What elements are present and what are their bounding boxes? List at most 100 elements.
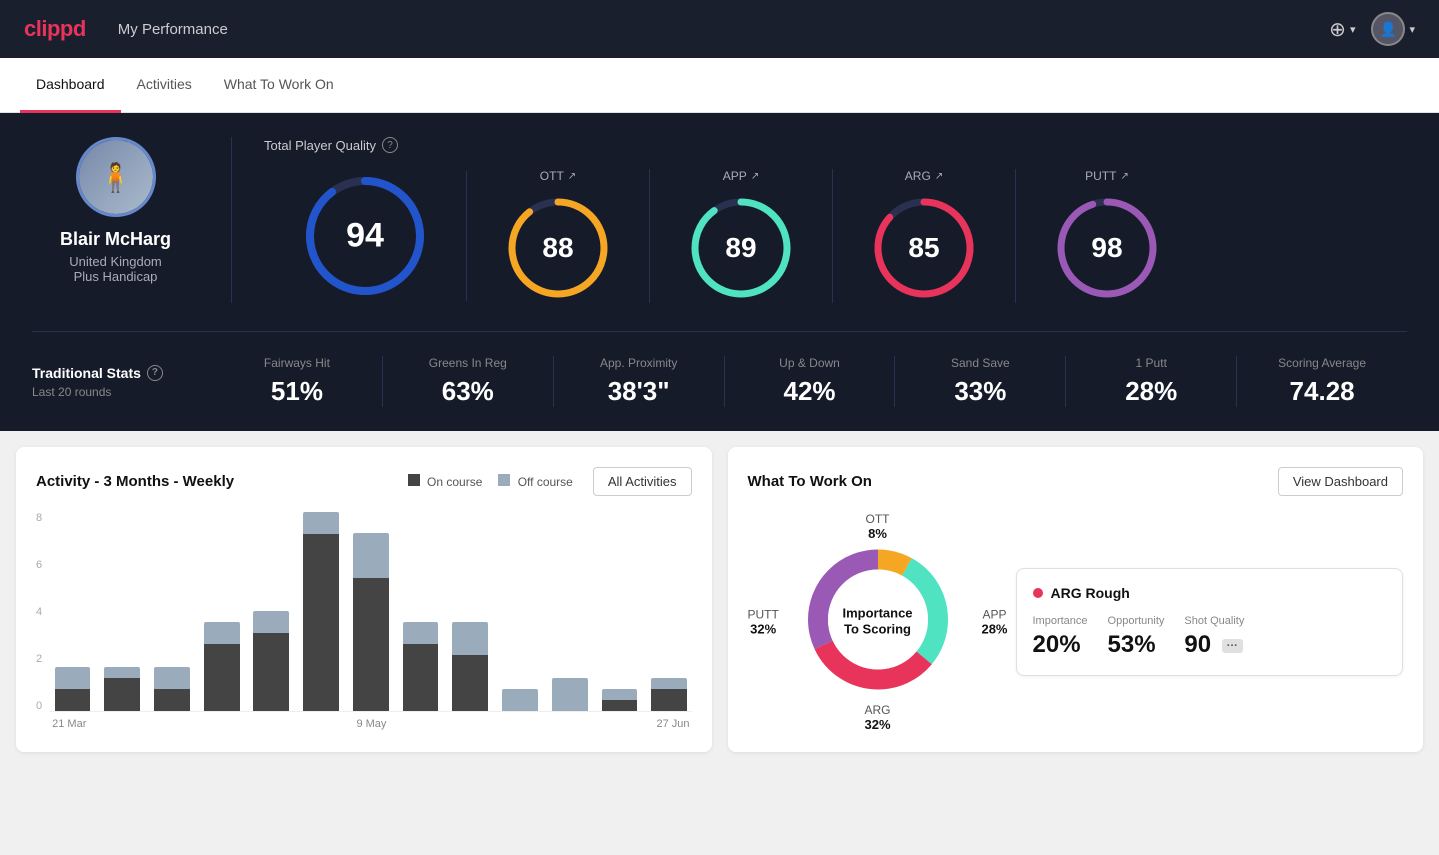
bar-on — [452, 655, 488, 711]
tpq-help-icon[interactable]: ? — [382, 137, 398, 153]
ott-value: 88 — [542, 232, 573, 264]
avatar-image: 🧍 — [79, 140, 153, 214]
ott-arrow-icon: ↗ — [568, 171, 576, 182]
stat-sandsave-label: Sand Save — [907, 356, 1053, 370]
bar-on — [55, 689, 91, 711]
bar-group — [647, 512, 692, 711]
metrics-row: 94 OTT ↗ 88 — [264, 169, 1407, 303]
player-country: United Kingdom — [69, 254, 162, 269]
putt-label-left: PUTT 32% — [748, 608, 779, 637]
arg-card: ARG ↗ 85 — [833, 169, 1016, 303]
tab-what-to-work-on[interactable]: What To Work On — [208, 58, 350, 113]
stat-greens-label: Greens In Reg — [395, 356, 541, 370]
bar-off — [403, 622, 439, 644]
header-title: My Performance — [118, 21, 228, 38]
trad-subtitle: Last 20 rounds — [32, 385, 212, 399]
bar-group — [50, 512, 95, 711]
bar-on — [651, 689, 687, 711]
putt-card: PUTT ↗ 98 — [1016, 169, 1198, 303]
logo-area: clippd My Performance — [24, 16, 228, 42]
stat-greens: Greens In Reg 63% — [383, 356, 554, 407]
bar-off — [353, 533, 389, 578]
stat-scoring-label: Scoring Average — [1249, 356, 1395, 370]
bar-off — [154, 667, 190, 689]
bar-off — [452, 622, 488, 655]
bar-on — [403, 644, 439, 711]
stat-sandsave-value: 33% — [907, 376, 1053, 407]
tab-activities[interactable]: Activities — [121, 58, 208, 113]
avatar-button[interactable]: 👤 ▾ — [1371, 12, 1415, 46]
legend-on-course: On course — [408, 474, 483, 489]
bar-on — [154, 689, 190, 711]
wtwon-title: What To Work On — [748, 473, 872, 490]
hero-section: 🧍 Blair McHarg United Kingdom Plus Handi… — [0, 113, 1439, 431]
stat-scoring-value: 74.28 — [1249, 376, 1395, 407]
bar-on — [353, 578, 389, 711]
main-score-value: 94 — [346, 217, 384, 256]
tab-bar: Dashboard Activities What To Work On — [0, 58, 1439, 113]
trad-label: Traditional Stats ? Last 20 rounds — [32, 365, 212, 399]
bottom-panels: Activity - 3 Months - Weekly On course O… — [0, 431, 1439, 768]
y-axis: 8 6 4 2 0 — [36, 512, 42, 712]
stat-1putt-label: 1 Putt — [1078, 356, 1224, 370]
app-value: 89 — [725, 232, 756, 264]
bar-on — [253, 633, 289, 711]
bar-group — [547, 512, 592, 711]
add-button[interactable]: ⊕ ▾ — [1329, 17, 1355, 42]
player-info: 🧍 Blair McHarg United Kingdom Plus Handi… — [32, 137, 232, 303]
activity-panel: Activity - 3 Months - Weekly On course O… — [16, 447, 712, 752]
ott-label: OTT ↗ — [540, 169, 576, 183]
player-avatar: 🧍 — [76, 137, 156, 217]
putt-circle: 98 — [1052, 193, 1162, 303]
bar-off — [55, 667, 91, 689]
app-card: APP ↗ 89 — [650, 169, 833, 303]
wtwon-header: What To Work On View Dashboard — [748, 467, 1404, 496]
activity-panel-header: Activity - 3 Months - Weekly On course O… — [36, 467, 692, 496]
bar-off — [253, 611, 289, 633]
bar-group — [299, 512, 344, 711]
app-arrow-icon: ↗ — [751, 171, 759, 182]
arg-arrow-icon: ↗ — [935, 171, 943, 182]
metrics-section: Total Player Quality ? 94 — [232, 137, 1407, 303]
activity-title: Activity - 3 Months - Weekly — [36, 473, 234, 490]
bar-off — [552, 678, 588, 711]
putt-arrow-icon: ↗ — [1120, 171, 1128, 182]
header: clippd My Performance ⊕ ▾ 👤 ▾ — [0, 0, 1439, 58]
view-dashboard-button[interactable]: View Dashboard — [1278, 467, 1403, 496]
ott-circle: 88 — [503, 193, 613, 303]
trad-stats-row: Fairways Hit 51% Greens In Reg 63% App. … — [212, 356, 1407, 407]
bar-group — [348, 512, 393, 711]
arg-value: 85 — [908, 232, 939, 264]
stat-updown-label: Up & Down — [737, 356, 883, 370]
chart-bars-container: 21 Mar 9 May 27 Jun — [50, 512, 691, 730]
app-circle: 89 — [686, 193, 796, 303]
bar-group — [100, 512, 145, 711]
bar-group — [249, 512, 294, 711]
all-activities-button[interactable]: All Activities — [593, 467, 692, 496]
stat-1putt-value: 28% — [1078, 376, 1224, 407]
stat-fairways-label: Fairways Hit — [224, 356, 370, 370]
app-label-right: APP 28% — [981, 608, 1007, 637]
shot-quality-tag: ··· — [1222, 639, 1243, 653]
traditional-stats: Traditional Stats ? Last 20 rounds Fairw… — [32, 331, 1407, 407]
stat-proximity-value: 38'3" — [566, 376, 712, 407]
bar-off — [502, 689, 538, 711]
arg-label-bottom: ARG 32% — [864, 703, 890, 732]
bar-group — [448, 512, 493, 711]
tab-dashboard[interactable]: Dashboard — [20, 58, 121, 113]
stat-scoring: Scoring Average 74.28 — [1237, 356, 1407, 407]
trad-help-icon[interactable]: ? — [147, 365, 163, 381]
x-labels: 21 Mar 9 May 27 Jun — [50, 718, 691, 730]
info-importance: Importance 20% — [1033, 615, 1088, 659]
stat-proximity-label: App. Proximity — [566, 356, 712, 370]
stat-fairways-value: 51% — [224, 376, 370, 407]
hero-top: 🧍 Blair McHarg United Kingdom Plus Handi… — [32, 137, 1407, 303]
logo: clippd — [24, 16, 86, 42]
bar-group — [498, 512, 543, 711]
stat-sandsave: Sand Save 33% — [895, 356, 1066, 407]
bar-group — [597, 512, 642, 711]
bar-off — [303, 512, 339, 534]
bar-off — [651, 678, 687, 689]
trad-title: Traditional Stats ? — [32, 365, 212, 381]
bar-group — [199, 512, 244, 711]
